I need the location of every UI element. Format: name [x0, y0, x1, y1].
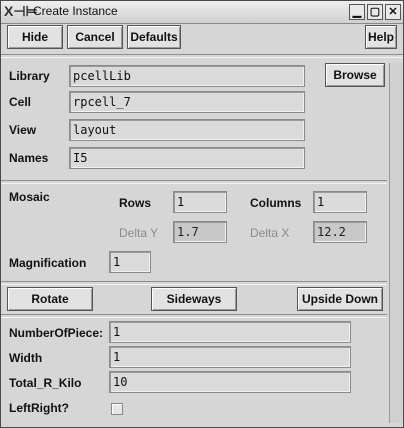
width-label: Width	[9, 351, 43, 365]
maximize-icon[interactable]: ▢	[367, 4, 383, 20]
magnification-label: Magnification	[9, 256, 87, 270]
window-title: Create Instance	[33, 4, 118, 18]
columns-field[interactable]: 1	[313, 191, 367, 213]
magnification-field[interactable]: 1	[109, 251, 151, 273]
separator	[1, 281, 387, 285]
cell-field[interactable]: rpcell_7	[69, 91, 305, 113]
leftright-label: LeftRight?	[9, 401, 69, 415]
separator	[1, 54, 403, 58]
view-label: View	[9, 123, 37, 137]
columns-label: Columns	[250, 196, 302, 210]
separator	[1, 180, 387, 184]
minimize-icon[interactable]: ▁	[349, 4, 365, 20]
rows-field[interactable]: 1	[173, 191, 227, 213]
close-icon[interactable]: ✕	[385, 4, 401, 20]
mosaic-label: Mosaic	[9, 190, 50, 204]
create-instance-window: X⊣⊨ Create Instance ▁ ▢ ✕ Hide Cancel De…	[0, 0, 404, 428]
upside-down-button[interactable]: Upside Down	[297, 287, 383, 311]
defaults-button[interactable]: Defaults	[127, 25, 181, 49]
delta-x-label: Delta X	[250, 226, 290, 240]
number-of-pieces-label: NumberOfPiece:	[9, 326, 104, 340]
hide-button[interactable]: Hide	[7, 25, 63, 49]
width-field[interactable]: 1	[109, 346, 351, 368]
vertical-scrollbar[interactable]	[389, 63, 402, 423]
delta-x-field: 12.2	[313, 221, 367, 243]
names-label: Names	[9, 151, 49, 165]
sideways-button[interactable]: Sideways	[151, 287, 237, 311]
number-of-pieces-field[interactable]: 1	[109, 321, 351, 343]
delta-y-label: Delta Y	[119, 226, 159, 240]
browse-button[interactable]: Browse	[325, 63, 385, 87]
help-button[interactable]: Help	[365, 25, 397, 49]
library-label: Library	[9, 69, 50, 83]
cancel-button[interactable]: Cancel	[67, 25, 123, 49]
window-menu-icon[interactable]: X⊣⊨	[4, 3, 38, 21]
cell-label: Cell	[9, 95, 32, 109]
library-field[interactable]: pcellLib	[69, 65, 305, 87]
rows-label: Rows	[119, 196, 152, 210]
names-field[interactable]: I5	[69, 147, 305, 169]
total-r-kilo-label: Total_R_Kilo	[9, 376, 82, 390]
rotate-button[interactable]: Rotate	[7, 287, 93, 311]
view-field[interactable]: layout	[69, 119, 305, 141]
total-r-kilo-field[interactable]: 10	[109, 371, 351, 393]
title-bar[interactable]: X⊣⊨ Create Instance ▁ ▢ ✕	[1, 1, 403, 24]
leftright-checkbox[interactable]	[111, 403, 123, 415]
delta-y-field: 1.7	[173, 221, 227, 243]
separator	[1, 314, 387, 318]
